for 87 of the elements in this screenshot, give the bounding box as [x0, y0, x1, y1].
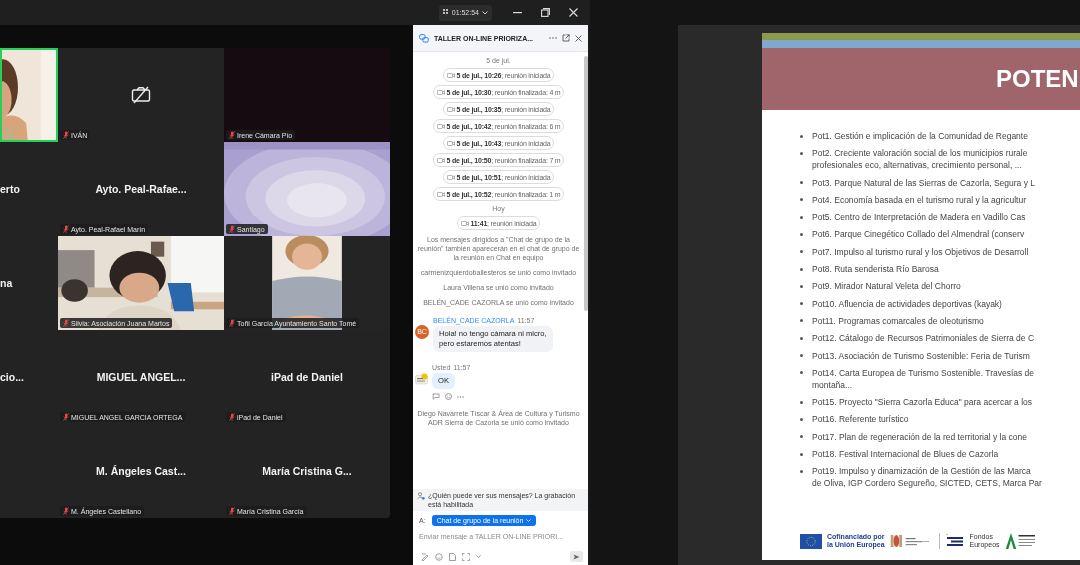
caret-icon	[482, 10, 488, 15]
camera-off-icon	[131, 86, 151, 104]
pop-out-button[interactable]	[562, 34, 570, 42]
close-icon	[568, 8, 578, 17]
user-lock-icon	[417, 491, 425, 500]
video-camera-icon	[460, 220, 469, 226]
bullet-text: Pot13. Asociación de Turismo Sostenible: Feria de Turism	[812, 349, 1030, 362]
bullet-icon	[800, 267, 803, 271]
junta-logo-drawing	[1004, 532, 1035, 550]
video-camera-icon	[446, 72, 455, 78]
bullet-icon	[800, 400, 803, 404]
bullet-text: Pot7. Impulso al turismo rural y los Objetivos de Desarroll	[812, 245, 1029, 258]
bullet-text: Pot16. Referente turístico	[812, 413, 909, 426]
caret-icon	[526, 519, 532, 522]
bullet-icon	[800, 250, 803, 254]
avatar-icon	[415, 373, 428, 387]
bullet-icon	[800, 284, 803, 288]
bullet-text: Pot8. Ruta senderista Río Barosa	[812, 263, 939, 276]
bullet-text: Pot15. Proyecto "Sierra Cazorla Educa" para acercar a los	[812, 396, 1033, 409]
participant-name: Ayto. Peal-Rafae...	[95, 183, 187, 195]
send-button[interactable]	[570, 551, 583, 562]
format-icon[interactable]	[421, 552, 429, 561]
reply-icon[interactable]	[432, 393, 440, 401]
bullet-text: Pot5. Centro de Interpretación de Madera en Vadillo Cas	[812, 211, 1026, 224]
video-camera-icon	[446, 174, 455, 180]
close-button[interactable]	[575, 34, 582, 42]
participant-name: MIGUEL ANGEL...	[96, 371, 186, 383]
close-icon	[575, 34, 582, 42]
pop-out-icon	[562, 34, 570, 42]
video-camera-icon	[446, 106, 455, 112]
bullet-text: de Oliva, IGP Cordero Segureño, SICTED, CETS, Marca Par	[812, 477, 1042, 490]
slide-title: POTEN	[996, 65, 1079, 93]
scrollbar-thumb[interactable]	[583, 56, 588, 311]
participant-name: cio...	[0, 371, 24, 383]
chat-icon	[419, 33, 429, 43]
bullet-icon	[800, 151, 803, 155]
participant-name: iPad de Daniel	[271, 371, 343, 383]
bullet-text: Pot14. Carta Europea de Turismo Sostenible. Travesías de	[812, 366, 1035, 379]
bullet-icon	[800, 134, 803, 138]
bullet-icon	[800, 435, 803, 439]
restore-icon	[540, 8, 550, 17]
bullet-text: Pot18. Festival Internacional de Blues de Cazorla	[812, 448, 999, 461]
bullet-icon	[800, 417, 803, 421]
bullet-text: Pot3. Parque Natural de las Sierras de Cazorla, Segura y L	[812, 176, 1035, 189]
send-icon	[573, 553, 580, 560]
bullet-text: profesionales eco, alternativas, crecimiento personal, ...	[812, 159, 1023, 172]
minimize-icon	[512, 11, 522, 14]
video-camera-icon	[436, 123, 445, 129]
caret-icon[interactable]	[476, 555, 481, 558]
bullet-text: Pot2. Creciente valoración social de los municipios rurale	[812, 147, 1028, 160]
video-camera-icon	[436, 191, 445, 197]
bullet-icon	[800, 452, 803, 456]
emoji-icon[interactable]	[445, 393, 452, 401]
bullet-icon	[800, 336, 803, 340]
bullet-icon	[800, 215, 803, 219]
video-camera-icon	[436, 157, 445, 163]
bullet-text: Pot1. Gestión e implicación de la Comunidad de Regante	[812, 130, 1028, 142]
bullet-text: montaña...	[812, 378, 854, 391]
funds-logo-icon	[944, 533, 965, 549]
bullet-text: Pot4. Economía basada en el turismo rural y la agricultur	[812, 193, 1027, 206]
bullet-icon	[800, 354, 803, 358]
video-camera-icon	[446, 140, 455, 146]
bullet-icon	[800, 302, 803, 306]
more-icon[interactable]	[457, 395, 464, 398]
bullet-text: Pot12. Cátalogo de Recursos Patrimoniales de Sierra de C	[812, 332, 1035, 345]
bullet-text: Pot10. Afluencia de actividades deportivas (kayak)	[812, 297, 1002, 310]
bullet-text: Pot17. Plan de regeneración de la red territorial y la cone	[812, 430, 1027, 443]
bullet-icon	[800, 233, 803, 236]
file-icon[interactable]	[449, 552, 456, 561]
bullet-icon	[800, 371, 803, 375]
bullet-icon	[800, 181, 803, 185]
participant-name: erto	[0, 183, 20, 195]
bullet-icon	[800, 319, 803, 323]
screenshot-icon[interactable]	[462, 552, 470, 561]
bullet-text: Pot11. Programas comarcales de oleoturismo	[812, 314, 984, 327]
bullet-text: Pot9. Mirador Natural Veleta del Chorro	[812, 280, 961, 293]
video-camera-icon	[436, 89, 445, 95]
bullet-text: Pot19. Impulso y dinamización de la Gestión de las Marca	[812, 465, 1032, 478]
bullet-text: Pot6. Parque Cinegético Collado del Almendral (conserv	[812, 228, 1025, 241]
flag-icon	[800, 533, 822, 549]
grid-icon	[442, 9, 449, 16]
participant-name: na	[0, 277, 13, 289]
participant-name: M. Ángeles Cast...	[96, 465, 186, 477]
emoji-icon[interactable]	[435, 552, 443, 561]
bullet-icon	[800, 198, 803, 202]
participant-name: María Cristina G...	[262, 465, 352, 477]
bullet-icon	[800, 469, 803, 473]
